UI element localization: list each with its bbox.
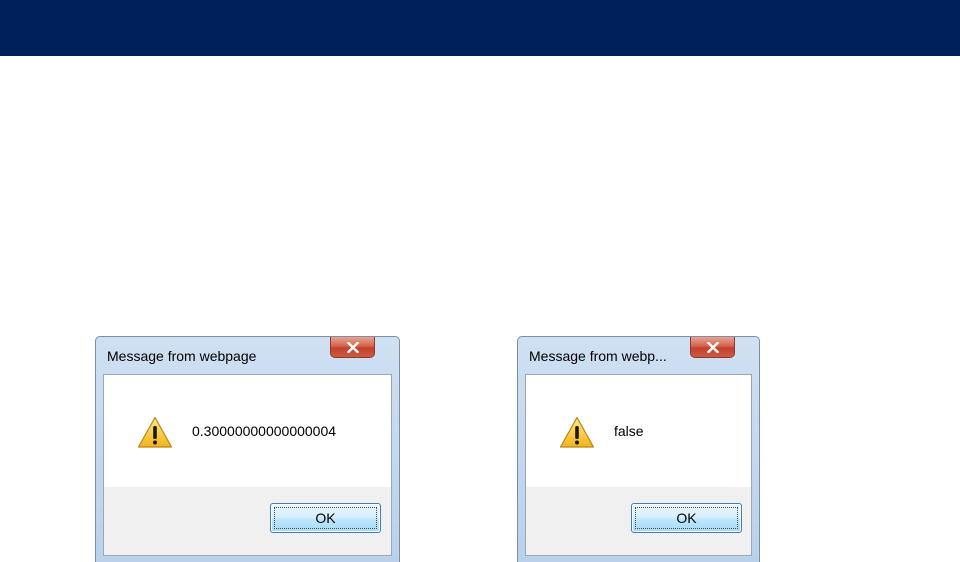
dialog-title: Message from webpage — [107, 348, 257, 364]
dialog-message: 0.30000000000000004 — [192, 423, 337, 439]
dialog-content: 0.30000000000000004 — [104, 375, 391, 487]
close-icon — [346, 341, 359, 353]
dialog-message: false — [614, 423, 644, 439]
dialog-client-area: 0.30000000000000004 OK — [103, 374, 392, 556]
header-bar — [0, 0, 960, 56]
close-button[interactable] — [330, 337, 375, 358]
warning-icon — [137, 416, 173, 448]
ok-button[interactable]: OK — [631, 503, 742, 533]
dialog-content: false — [526, 375, 751, 487]
close-button[interactable] — [690, 337, 735, 358]
page: Message from webpage 0.30000000000000004… — [0, 0, 960, 562]
dialog-title: Message from webp... — [529, 348, 667, 364]
warning-icon — [559, 416, 595, 448]
ok-button-label: OK — [315, 510, 336, 526]
alert-dialog-1: Message from webpage 0.30000000000000004… — [95, 336, 400, 562]
alert-dialog-2: Message from webp... false OK — [517, 336, 760, 562]
ok-button[interactable]: OK — [270, 503, 381, 533]
ok-button-label: OK — [676, 510, 697, 526]
close-icon — [706, 341, 719, 353]
dialog-client-area: false OK — [525, 374, 752, 556]
